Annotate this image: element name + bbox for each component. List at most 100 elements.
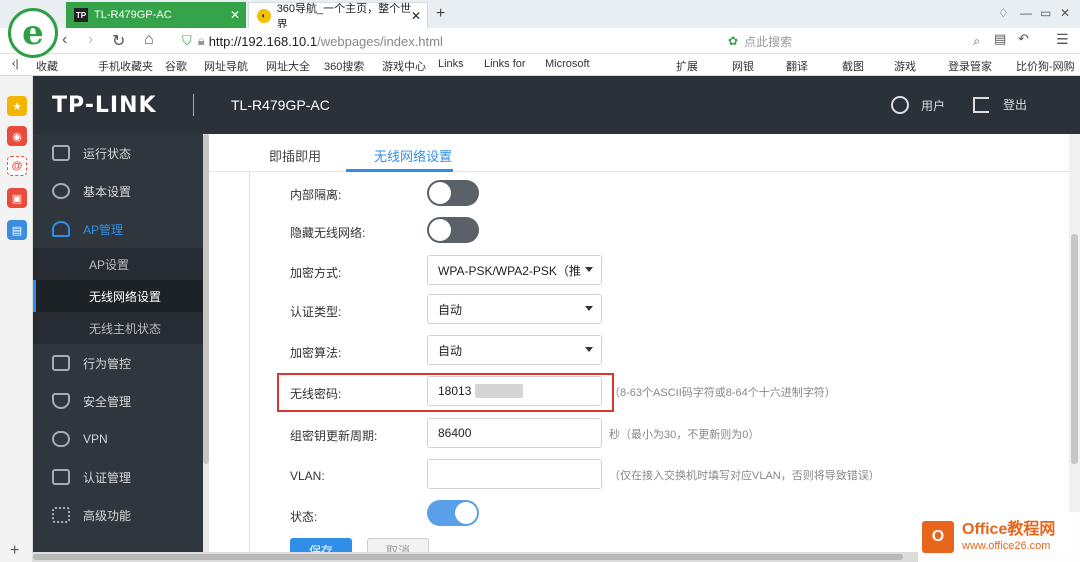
forward-icon[interactable]: › [88,31,93,49]
close-tab-icon[interactable]: ✕ [411,9,421,23]
encryption-select[interactable]: WPA-PSK/WPA2-PSK（推 [427,255,602,285]
bookmark-item[interactable]: 扩展 [676,58,698,74]
toggle-knob [429,219,451,241]
bookmark-item[interactable]: 网银 [732,58,754,74]
bookmark-item[interactable]: 收藏 [36,58,58,74]
maximize-icon[interactable]: ▭ [1040,6,1051,20]
search-input[interactable]: ✿ 点此搜索 ⌕ [728,31,988,51]
reload-icon[interactable]: ↻ [112,31,125,51]
menu-item-vpn[interactable]: VPN [33,420,203,458]
menu-item-behavior[interactable]: 行为管控 [33,344,203,382]
id-badge-icon [52,469,70,485]
hide-ssid-label: 隐藏无线网络: [290,226,366,240]
logout-icon [973,96,989,113]
encryption-label: 加密方式: [290,266,342,280]
watermark-url: www.office26.com [962,540,1051,552]
algorithm-select[interactable]: 自动 [427,335,602,365]
user-icon [891,96,909,114]
shield-icon [52,393,70,409]
search-icon[interactable]: ⌕ [973,34,980,49]
save-button[interactable]: 保存 [290,538,352,552]
rekey-label: 组密钥更新周期: [290,429,378,443]
chevron-down-icon [585,267,593,272]
bookmark-item[interactable]: 游戏中心 [382,58,426,74]
close-window-icon[interactable]: ✕ [1060,6,1070,20]
toggle-knob [429,182,451,204]
page-scrollbar[interactable] [1069,134,1080,552]
monitor-icon [52,145,70,161]
submenu-wireless-hosts[interactable]: 无线主机状态 [33,312,203,344]
brand-logo: TP-LINK [52,93,157,118]
bookmark-item[interactable]: Links for [484,58,526,70]
close-tab-icon[interactable]: ✕ [230,8,240,22]
router-header: TP-LINK TL-R479GP-AC 用户 登出 [33,76,1080,134]
add-sidebar-icon[interactable]: + [10,542,19,560]
logout-button[interactable]: 登出 [973,96,1027,113]
menu-item-auth[interactable]: 认证管理 [33,458,203,496]
hide-ssid-toggle[interactable] [427,217,479,243]
sidebar-toggle-icon[interactable]: ‹| [12,58,19,70]
tab-wireless-settings[interactable]: 无线网络设置 [374,146,452,165]
status-toggle[interactable] [427,500,479,526]
skin-icon[interactable]: ♢ [998,6,1009,20]
password-label: 无线密码: [290,387,342,401]
document-icon[interactable]: ▤ [7,220,27,240]
new-tab-button[interactable]: + [436,5,445,23]
mail-icon[interactable]: @ [7,156,27,176]
weibo-icon[interactable]: ◉ [7,126,27,146]
url-input[interactable]: ⛉ 🔒︎ http://192.168.10.1/webpages/index.… [182,31,722,51]
game-icon[interactable]: ▣ [7,188,27,208]
back-icon[interactable]: ‹ [62,31,67,49]
isolation-toggle[interactable] [427,180,479,206]
bookmark-item[interactable]: 登录管家 [948,58,992,74]
horizontal-scroll-thumb[interactable] [33,554,903,560]
watermark: O Office教程网 www.office26.com [918,512,1080,562]
home-icon[interactable]: ⌂ [144,31,154,49]
vpn-cloud-icon [52,431,70,447]
control-icon [52,355,70,371]
submenu-ap-settings[interactable]: AP设置 [33,248,203,280]
tp-favicon-icon: TP [74,8,88,22]
browser-tab-router[interactable]: TP TL-R479GP-AC ✕ [66,2,246,28]
bookmark-item[interactable]: 谷歌 [165,58,187,74]
browser-tab-title: TL-R479GP-AC [94,9,172,21]
user-button[interactable]: 用户 [891,96,945,114]
main-content: 即插即用 无线网络设置 内部隔离: 隐藏无线网络: 加密方式: WPA-PSK/… [209,134,1069,552]
browser-sidebar: ★ ◉ @ ▣ ▤ [0,76,33,562]
tab-plug-and-play[interactable]: 即插即用 [269,146,321,165]
menu-item-basic[interactable]: 基本设置 [33,172,203,210]
menu-item-ap[interactable]: AP管理 [33,210,203,248]
bookmark-item[interactable]: 截图 [842,58,864,74]
submenu-wireless-settings[interactable]: 无线网络设置 [33,280,203,312]
cancel-button[interactable]: 取消 [367,538,429,552]
undo-icon[interactable]: ↶ [1018,31,1029,47]
bookmark-item[interactable]: 游戏 [894,58,916,74]
algorithm-label: 加密算法: [290,346,342,360]
bookmark-item[interactable]: 比价狗-网购 [1016,58,1075,74]
watermark-title: Office教程网 [962,521,1056,538]
bookmark-item[interactable]: 网址大全 [266,58,310,74]
rekey-input[interactable]: 86400 [427,418,602,448]
bookmark-item[interactable]: 翻译 [786,58,808,74]
auth-type-select[interactable]: 自动 [427,294,602,324]
password-input[interactable]: 18013 [427,376,602,406]
page-scroll-thumb[interactable] [1071,234,1078,464]
minimize-icon[interactable]: — [1020,6,1032,20]
bookmark-item[interactable]: 手机收藏夹 [98,58,153,74]
menu-item-advanced[interactable]: 高级功能 [33,496,203,534]
browser-tab-360[interactable]: ◐ 360导航_一个主页，整个世界 ✕ [248,2,428,31]
bookmark-item[interactable]: 网址导航 [204,58,248,74]
lock-icon: 🔒︎ [197,33,205,48]
vlan-input[interactable] [427,459,602,489]
star-icon[interactable]: ★ [7,96,27,116]
bookmark-item[interactable]: Links [438,58,464,70]
menu-icon[interactable]: ☰ [1056,31,1069,48]
menu-item-status[interactable]: 运行状态 [33,134,203,172]
clipboard-icon[interactable]: ▤ [994,31,1006,47]
browser-logo: e [8,8,58,58]
gear-icon [52,183,70,199]
browser-tab-title: 360导航_一个主页，整个世界 [276,2,412,31]
bookmark-item[interactable]: Microsoft [545,58,590,70]
bookmark-item[interactable]: 360搜索 [324,58,364,74]
menu-item-security[interactable]: 安全管理 [33,382,203,420]
